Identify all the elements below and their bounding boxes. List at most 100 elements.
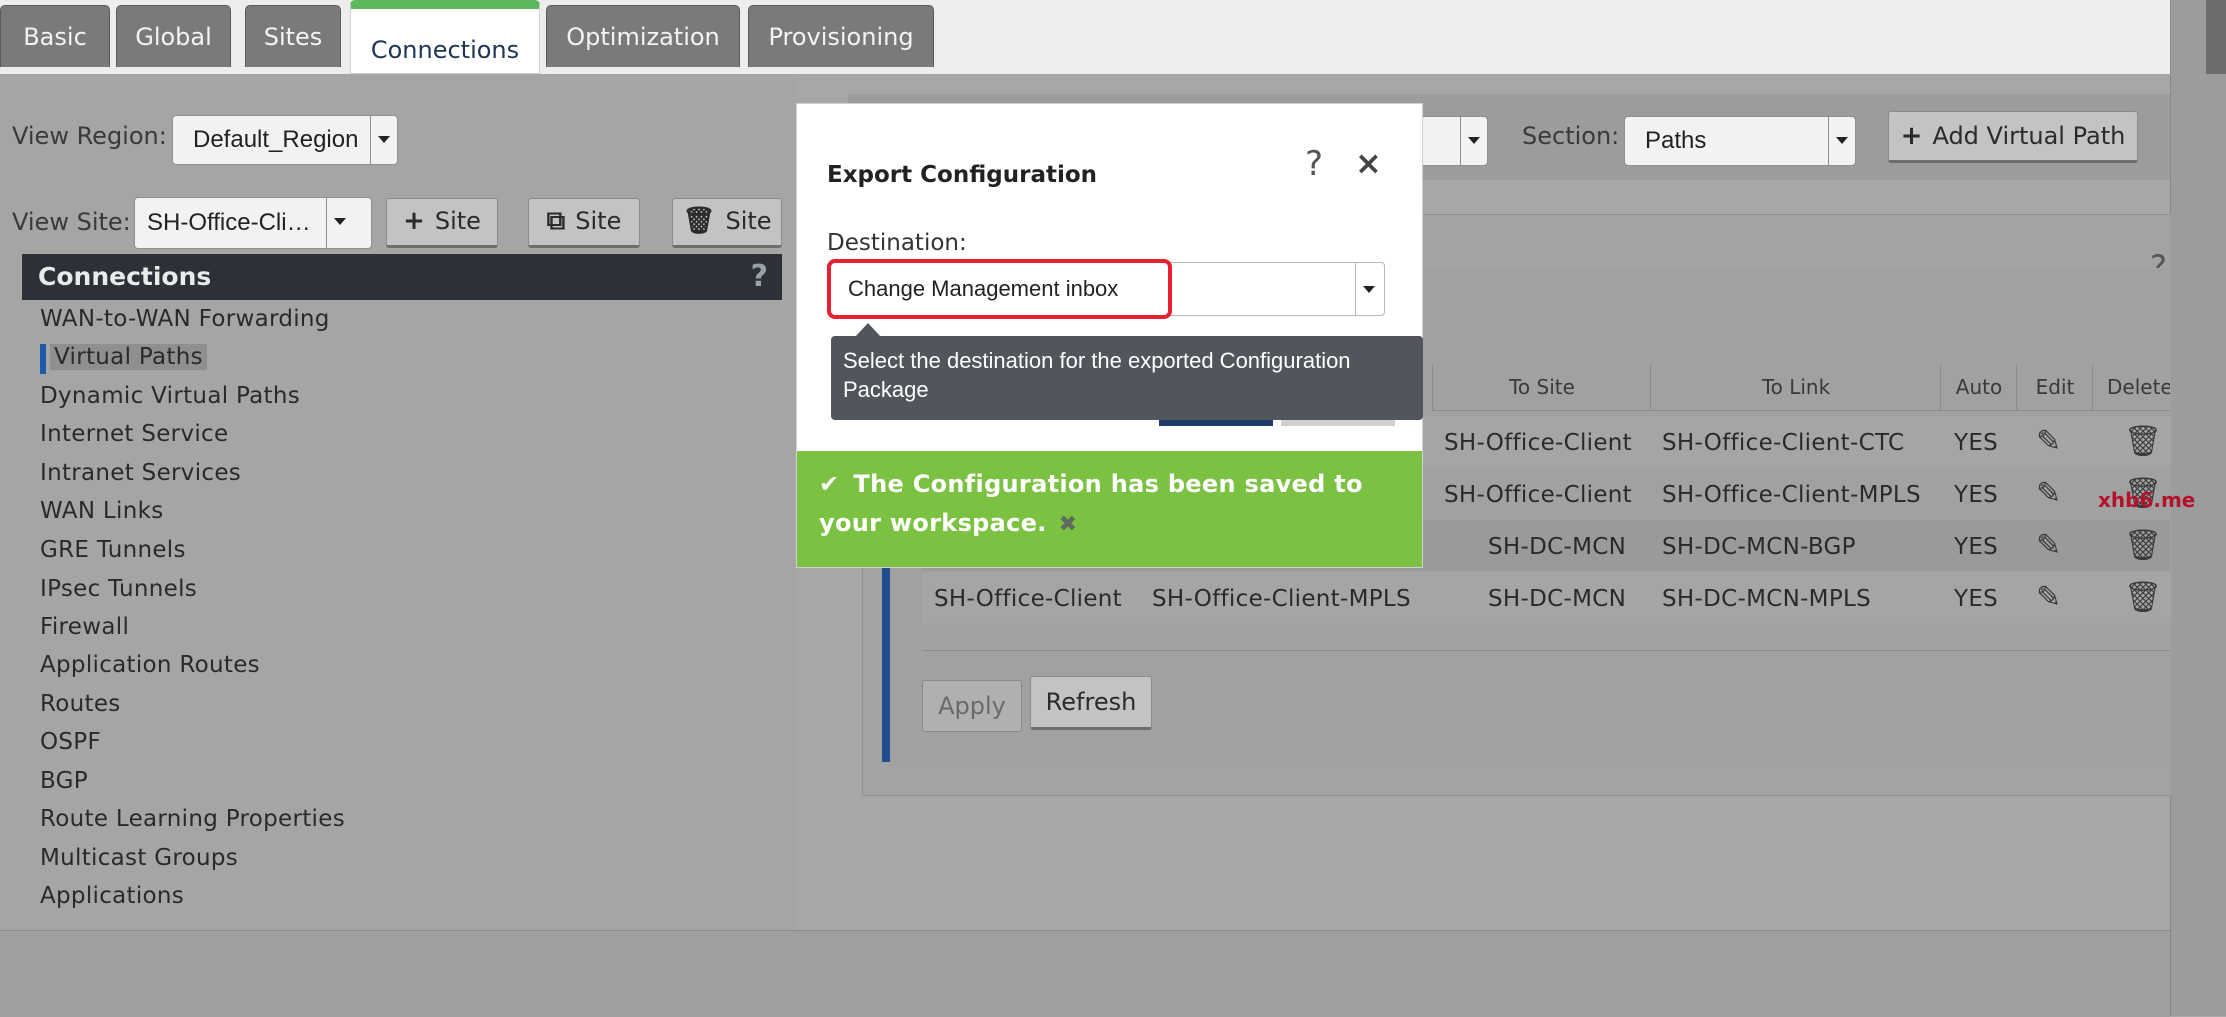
view-region-select[interactable]: Default_Region [172,115,398,165]
highlight-annotation [827,259,1172,319]
auto-cell: YES [1954,482,1999,508]
nav-item-ospf[interactable]: OSPF [40,729,101,755]
success-toast: ✔ The Configuration has been saved to you… [797,451,1422,567]
section-select[interactable]: Paths [1624,116,1856,166]
tab-label: Connections [370,36,520,64]
from-link-cell: SH-Office-Client-MPLS [1152,586,1411,612]
nav-item-intranet-services[interactable]: Intranet Services [40,460,241,486]
column-header-to-link[interactable]: To Link [1650,364,1941,410]
connections-header: Connections ? [22,254,782,300]
nav-item-application-routes[interactable]: Application Routes [40,652,260,678]
view-region-value: Default_Region [193,126,359,153]
section-label: Section: [1522,122,1620,150]
tab-global[interactable]: Global [116,5,231,67]
nav-item-internet-service[interactable]: Internet Service [40,421,228,447]
nav-item-route-learning-properties[interactable]: Route Learning Properties [40,806,345,832]
chevron-down-icon [1828,117,1855,165]
tab-sites[interactable]: Sites [245,5,341,67]
view-site-value: SH-Office-Cli… [147,209,311,236]
tab-provisioning[interactable]: Provisioning [748,5,934,67]
auto-cell: YES [1954,586,1999,612]
destination-tooltip: Select the destination for the exported … [831,336,1423,420]
nav-item-routes[interactable]: Routes [40,691,121,717]
tab-optimization[interactable]: Optimization [546,5,740,67]
scrollbar-thumb[interactable] [2206,0,2226,74]
nav-item-multicast-groups[interactable]: Multicast Groups [40,845,238,871]
help-icon[interactable]: ? [751,254,768,300]
add-virtual-path-button[interactable]: + Add Virtual Path [1888,111,2138,163]
table-divider [922,650,2170,651]
selected-indicator [40,344,46,374]
delete-site-button[interactable]: 🗑 Site [672,198,782,248]
nav-item-firewall[interactable]: Firewall [40,614,129,640]
tab-label: Provisioning [768,23,914,51]
button-label: Site [434,207,481,235]
tab-label: Basic [23,23,87,51]
view-site-select[interactable]: SH-Office-Cli… [134,197,372,249]
to-link-cell: SH-DC-MCN-BGP [1662,534,1856,560]
close-icon[interactable]: × [1355,144,1382,182]
button-label: Add Virtual Path [1932,122,2126,150]
plus-icon: + [1900,121,1923,151]
to-link-cell: SH-DC-MCN-MPLS [1662,586,1871,612]
nav-item-dynamic-virtual-paths[interactable]: Dynamic Virtual Paths [40,383,300,409]
nav-item-bgp[interactable]: BGP [40,768,88,794]
column-header-auto[interactable]: Auto [1940,364,2017,410]
column-header-edit: Edit [2016,364,2093,410]
auto-cell: YES [1954,534,1999,560]
to-site-cell: SH-DC-MCN [1488,586,1627,612]
tab-label: Sites [263,23,323,51]
tab-label: Optimization [566,23,720,51]
nav-item-wan-links[interactable]: WAN Links [40,498,164,524]
plus-icon: + [403,206,425,236]
pencil-icon[interactable]: ✎ [2036,528,2061,563]
clone-site-button[interactable]: ⧉ Site [528,198,640,248]
add-site-button[interactable]: + Site [386,198,498,248]
trash-icon[interactable]: 🗑 [2124,528,2162,563]
nav-item-wan-to-wan-forwarding[interactable]: WAN-to-WAN Forwarding [40,306,330,332]
close-icon[interactable]: ✖ [1059,512,1078,537]
apply-button[interactable]: Apply [922,680,1022,732]
chevron-down-icon [326,198,371,248]
to-site-cell: SH-Office-Client [1444,482,1633,508]
tab-label: Global [135,23,212,51]
refresh-button[interactable]: Refresh [1030,676,1152,730]
check-icon: ✔ [819,470,840,498]
watermark: xhb6.me [2098,488,2196,512]
chevron-down-icon [1355,263,1384,315]
view-region-label: View Region: [12,122,167,150]
auto-cell: YES [1954,430,1999,456]
nav-item-applications[interactable]: Applications [40,883,184,909]
from-site-cell: SH-Office-Client [934,586,1123,612]
trash-icon: 🗑 [682,206,716,236]
tab-connections[interactable]: Connections [350,0,540,74]
copy-icon: ⧉ [546,206,566,236]
to-site-cell: SH-Office-Client [1444,430,1633,456]
pencil-icon[interactable]: ✎ [2036,476,2061,511]
tooltip-caret [855,323,881,337]
pencil-icon[interactable]: ✎ [2036,580,2061,615]
trash-icon[interactable]: 🗑 [2124,424,2162,459]
pencil-icon[interactable]: ✎ [2036,424,2061,459]
tab-basic[interactable]: Basic [0,5,110,67]
toast-message: The Configuration has been saved to your… [819,470,1363,537]
to-site-cell: SH-DC-MCN [1488,534,1627,560]
nav-item-ipsec-tunnels[interactable]: IPsec Tunnels [40,576,197,602]
column-header-to-site[interactable]: To Site [1432,364,1651,410]
view-site-label: View Site: [12,208,131,236]
button-label: Site [725,207,772,235]
nav-item-virtual-paths[interactable]: Virtual Paths [50,344,207,370]
section-value: Paths [1645,127,1707,154]
bottom-bar [0,930,2170,1017]
nav-item-gre-tunnels[interactable]: GRE Tunnels [40,537,186,563]
trash-icon[interactable]: 🗑 [2124,580,2162,615]
chevron-down-icon [1460,117,1487,165]
connections-title: Connections [38,262,212,291]
dialog-title: Export Configuration [827,162,1098,188]
button-label: Site [575,207,622,235]
help-icon[interactable]: ? [1305,144,1323,184]
destination-label: Destination: [827,230,967,256]
export-configuration-dialog: Export Configuration ? × Destination: Ch… [797,104,1423,567]
chevron-down-icon [370,116,397,164]
column-header-delete: Delete [2092,364,2170,410]
